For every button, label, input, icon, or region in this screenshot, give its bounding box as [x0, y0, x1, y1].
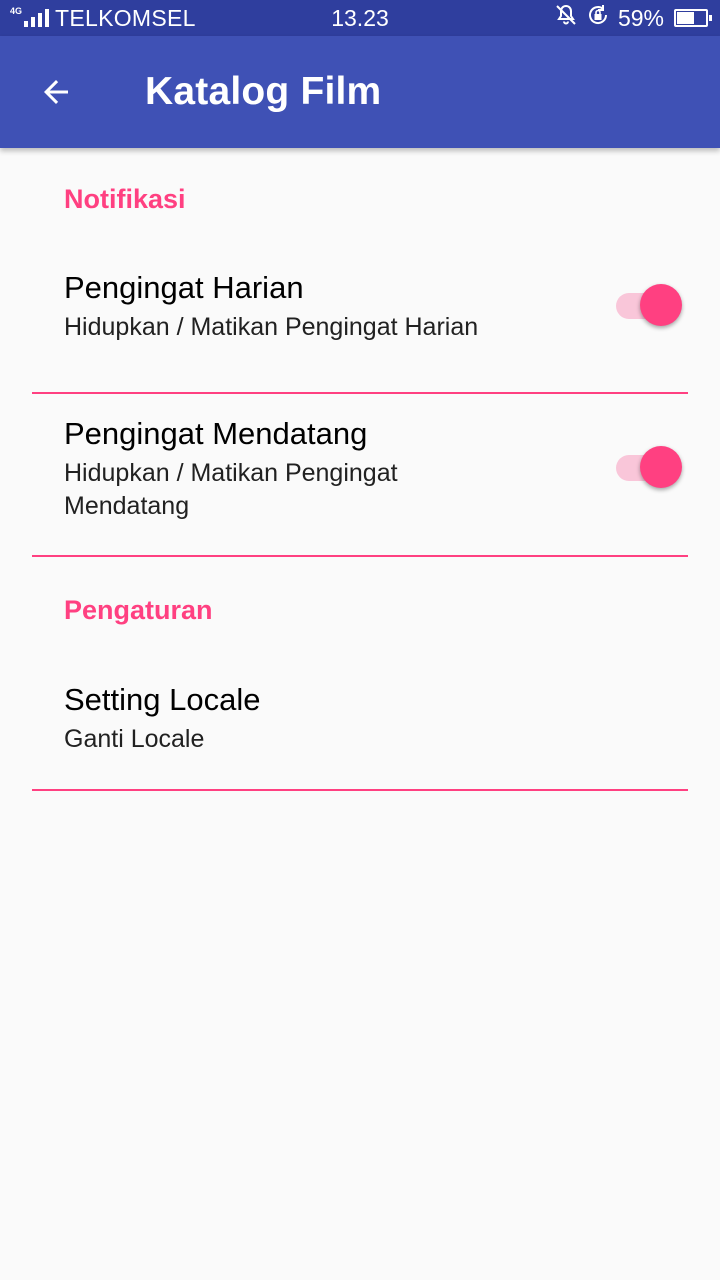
divider: [32, 392, 688, 394]
pref-title: Setting Locale: [64, 682, 261, 717]
status-bar: 4G TELKOMSEL 13.23 59%: [0, 0, 720, 36]
page-title: Katalog Film: [145, 70, 382, 113]
battery-percent: 59%: [617, 4, 664, 31]
divider: [32, 789, 688, 791]
battery-fill: [677, 12, 694, 24]
pref-summary: Ganti Locale: [64, 725, 205, 753]
upcoming-reminder-switch[interactable]: [614, 446, 684, 490]
daily-reminder-switch[interactable]: [614, 284, 684, 328]
back-button[interactable]: [24, 60, 88, 124]
switch-thumb: [640, 446, 682, 488]
app-bar: Katalog Film: [0, 36, 720, 148]
divider: [32, 555, 688, 557]
status-right: 59%: [554, 0, 712, 36]
switch-thumb: [640, 284, 682, 326]
section-header-notifikasi: Notifikasi: [64, 184, 186, 214]
pref-title: Pengingat Mendatang: [64, 416, 368, 451]
bell-off-icon: [554, 3, 578, 33]
rotation-lock-icon: [586, 3, 610, 33]
battery-icon: [674, 9, 712, 27]
pref-summary: Hidupkan / Matikan Pengingat Mendatang: [64, 459, 398, 520]
pref-summary: Hidupkan / Matikan Pengingat Harian: [64, 313, 479, 341]
arrow-left-icon: [44, 80, 68, 104]
section-header-pengaturan: Pengaturan: [64, 595, 213, 625]
pref-title: Pengingat Harian: [64, 270, 304, 305]
